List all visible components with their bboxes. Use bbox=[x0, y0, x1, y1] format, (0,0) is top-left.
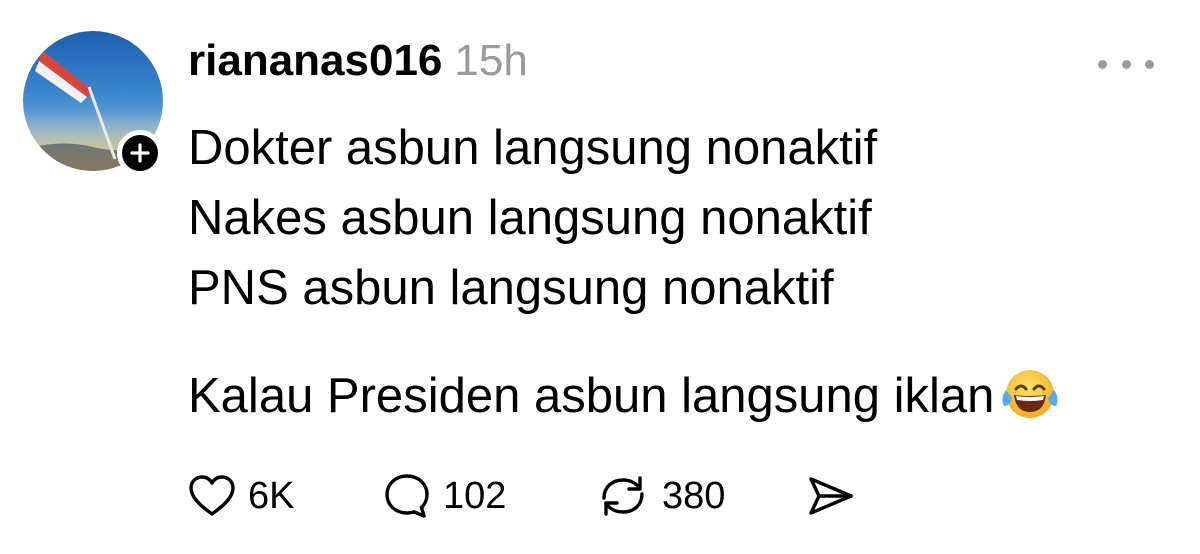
follow-button[interactable] bbox=[117, 130, 163, 176]
post-line: Dokter asbun langsung nonaktif bbox=[188, 121, 878, 175]
like-count: 6K bbox=[248, 474, 295, 517]
dot bbox=[1098, 59, 1107, 69]
post-line: PNS asbun langsung nonaktif bbox=[188, 261, 834, 315]
repost-button[interactable]: 380 bbox=[596, 472, 806, 520]
plus-icon bbox=[130, 143, 150, 163]
repost-count: 380 bbox=[662, 474, 726, 517]
post-text: Dokter asbun langsung nonaktif Nakes asb… bbox=[188, 113, 1060, 431]
repost-arrows-icon bbox=[602, 476, 644, 516]
post-closing-text: Kalau Presiden asbun langsung iklan bbox=[188, 369, 995, 423]
post-header: riananas016 15h bbox=[188, 36, 528, 96]
speech-bubble-icon bbox=[385, 474, 429, 518]
share-button[interactable] bbox=[806, 474, 856, 518]
face-with-tears-of-joy-icon bbox=[1002, 370, 1058, 418]
author-avatar-container[interactable] bbox=[23, 31, 163, 176]
username[interactable]: riananas016 bbox=[188, 36, 442, 86]
post-timestamp[interactable]: 15h bbox=[454, 36, 527, 86]
action-bar: 6K 102 380 bbox=[188, 468, 856, 524]
reply-count: 102 bbox=[443, 474, 507, 517]
post-line: Nakes asbun langsung nonaktif bbox=[188, 191, 872, 245]
dot bbox=[1121, 59, 1131, 69]
like-button[interactable]: 6K bbox=[188, 474, 383, 518]
heart-icon bbox=[189, 475, 235, 516]
post-closing-line: Kalau Presiden asbun langsung iklan bbox=[188, 361, 1060, 431]
more-dots-icon[interactable] bbox=[1098, 52, 1154, 76]
send-icon bbox=[809, 477, 853, 515]
dot bbox=[1145, 59, 1154, 69]
reply-button[interactable]: 102 bbox=[383, 472, 596, 520]
